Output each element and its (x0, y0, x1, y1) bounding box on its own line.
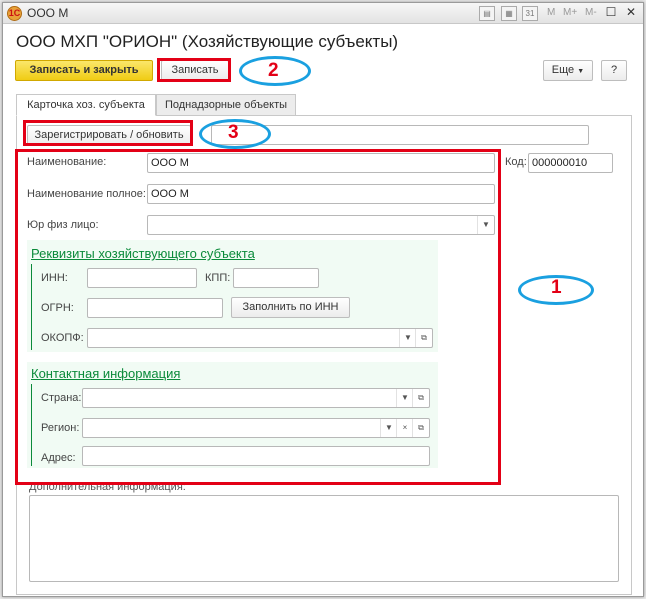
app-logo-icon: 1С (7, 6, 22, 21)
code-input[interactable]: 000000010 (528, 153, 613, 173)
memory-plus-button[interactable]: M+ (563, 7, 577, 18)
annotation-box-2 (157, 58, 231, 82)
memory-button[interactable]: M (547, 7, 555, 18)
help-button[interactable]: ? (601, 60, 627, 81)
annotation-box-3 (23, 120, 193, 146)
tab-entity-card[interactable]: Карточка хоз. субъекта (16, 94, 156, 116)
form-window: 1С ООО М ▤ ▦ 31 M M+ M- ☐ ✕ ООО МХП "ОРИ… (2, 2, 644, 597)
more-label: Еще (551, 64, 575, 76)
save-and-close-button[interactable]: Записать и закрыть (15, 60, 153, 81)
chevron-down-icon: ▼ (577, 68, 585, 75)
additional-info-textarea[interactable] (29, 495, 619, 582)
calculator-icon[interactable]: ▦ (501, 6, 517, 21)
annotation-number-3: 3 (228, 122, 239, 143)
minimize-icon[interactable]: ☐ (603, 5, 619, 20)
window-title: ООО М (27, 6, 69, 20)
close-icon[interactable]: ✕ (623, 5, 639, 20)
annotation-box-1 (15, 149, 501, 485)
calendar-icon[interactable]: 31 (522, 6, 538, 21)
title-bar: 1С ООО М ▤ ▦ 31 M M+ M- ☐ ✕ (3, 3, 643, 24)
memory-minus-button[interactable]: M- (585, 7, 597, 18)
more-button[interactable]: Еще ▼ (543, 60, 593, 81)
annotation-number-2: 2 (268, 60, 279, 81)
form-title: ООО МХП "ОРИОН" (Хозяйствующие субъекты) (16, 32, 399, 51)
annotation-number-1: 1 (551, 277, 562, 298)
document-icon[interactable]: ▤ (479, 6, 495, 21)
code-label: Код: (505, 156, 527, 168)
tab-supervised-objects[interactable]: Поднадзорные объекты (156, 94, 296, 116)
